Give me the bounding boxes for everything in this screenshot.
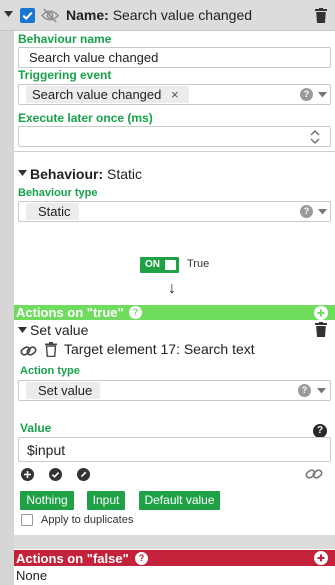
action-type-chip: Set value xyxy=(26,382,101,399)
behaviour-section-label: Behaviour: xyxy=(30,166,104,182)
execute-later-input[interactable] xyxy=(18,126,331,147)
behaviour-editor: Name: Search value changed Behaviour nam… xyxy=(0,0,335,585)
behaviour-name-label: Behaviour name xyxy=(18,32,112,46)
help-icon[interactable]: ? xyxy=(300,88,313,101)
dropdown-arrow-icon[interactable] xyxy=(318,209,327,215)
actions-false-value: None xyxy=(16,568,48,583)
add-action-false-icon[interactable] xyxy=(314,551,328,565)
value-input[interactable]: $input xyxy=(18,437,331,462)
delete-target-icon[interactable] xyxy=(45,342,57,357)
target-element[interactable]: Target element 17: Search text xyxy=(64,341,255,357)
triggering-event-chip-text: Search value changed xyxy=(32,87,162,102)
nothing-button[interactable]: Nothing xyxy=(20,491,74,510)
link-icon[interactable] xyxy=(305,467,323,481)
behaviour-name-input[interactable]: Search value changed xyxy=(18,47,331,68)
delete-behaviour-icon[interactable] xyxy=(315,8,327,23)
value-text: $input xyxy=(27,442,66,458)
actions-true-bar: Actions on "true" ? xyxy=(14,305,335,320)
behaviour-type-select[interactable]: Static ? xyxy=(18,201,331,222)
behaviour-type-chip: Static xyxy=(26,203,79,220)
add-action-true-icon[interactable] xyxy=(314,306,328,320)
value-label: Value xyxy=(20,421,52,435)
dropdown-arrow-icon[interactable] xyxy=(317,388,326,394)
name-value: Search value changed xyxy=(112,7,253,23)
link-icon[interactable] xyxy=(20,344,37,358)
behaviour-section-caret-icon[interactable] xyxy=(18,170,27,176)
actions-false-bar: Actions on "false" ? xyxy=(14,550,335,566)
help-icon[interactable]: ? xyxy=(300,205,313,218)
help-icon[interactable]: ? xyxy=(313,424,327,438)
name-label: Name: xyxy=(66,7,109,23)
collapse-caret-icon[interactable] xyxy=(4,11,13,18)
triggering-event-select[interactable]: Search value changed × ? xyxy=(18,84,331,105)
check-circle-icon[interactable] xyxy=(49,468,62,481)
actions-false-title: Actions on "false" xyxy=(16,551,129,566)
action-type-label: Action type xyxy=(20,365,80,377)
dropdown-arrow-icon[interactable] xyxy=(318,92,327,98)
help-icon[interactable]: ? xyxy=(135,552,148,565)
section-divider xyxy=(14,151,335,152)
toggle-state: ON xyxy=(145,259,160,270)
number-stepper-icon[interactable] xyxy=(310,130,320,144)
action-caret-icon[interactable] xyxy=(18,327,27,333)
delete-action-icon[interactable] xyxy=(315,322,327,337)
action-type-select[interactable]: Set value ? xyxy=(18,380,331,401)
add-circle-icon[interactable] xyxy=(21,468,34,481)
behaviour-section-value: Static xyxy=(107,166,143,182)
default-value-button[interactable]: Default value xyxy=(139,491,220,510)
help-icon[interactable]: ? xyxy=(298,384,311,397)
behaviour-section-title: Behaviour: Static xyxy=(30,166,142,182)
triggering-event-chip: Search value changed × xyxy=(26,86,189,103)
action-name: Set value xyxy=(30,322,89,338)
enabled-checkbox[interactable] xyxy=(20,8,35,23)
condition-toggle[interactable]: ON xyxy=(140,257,179,273)
chip-remove-icon[interactable]: × xyxy=(171,87,179,102)
input-button[interactable]: Input xyxy=(87,491,125,510)
help-icon[interactable]: ? xyxy=(129,306,142,319)
triggering-event-label: Triggering event xyxy=(18,68,112,82)
behaviour-name-value: Search value changed xyxy=(29,50,159,65)
apply-duplicates-checkbox[interactable] xyxy=(21,514,33,526)
behaviour-header: Name: Search value changed xyxy=(0,0,335,31)
behaviour-type-label: Behaviour type xyxy=(18,187,98,199)
toggle-knob xyxy=(165,260,176,270)
toggle-caption: True xyxy=(187,258,210,270)
behaviour-title: Name: Search value changed xyxy=(66,7,252,23)
edit-circle-icon[interactable] xyxy=(77,468,90,481)
execute-later-label: Execute later once (ms) xyxy=(18,111,153,125)
visibility-off-icon[interactable] xyxy=(41,8,59,23)
apply-duplicates-label: Apply to duplicates xyxy=(41,514,134,526)
flow-down-arrow-icon: ↓ xyxy=(168,280,176,297)
section-gap xyxy=(14,535,335,549)
actions-true-title: Actions on "true" xyxy=(16,305,124,320)
